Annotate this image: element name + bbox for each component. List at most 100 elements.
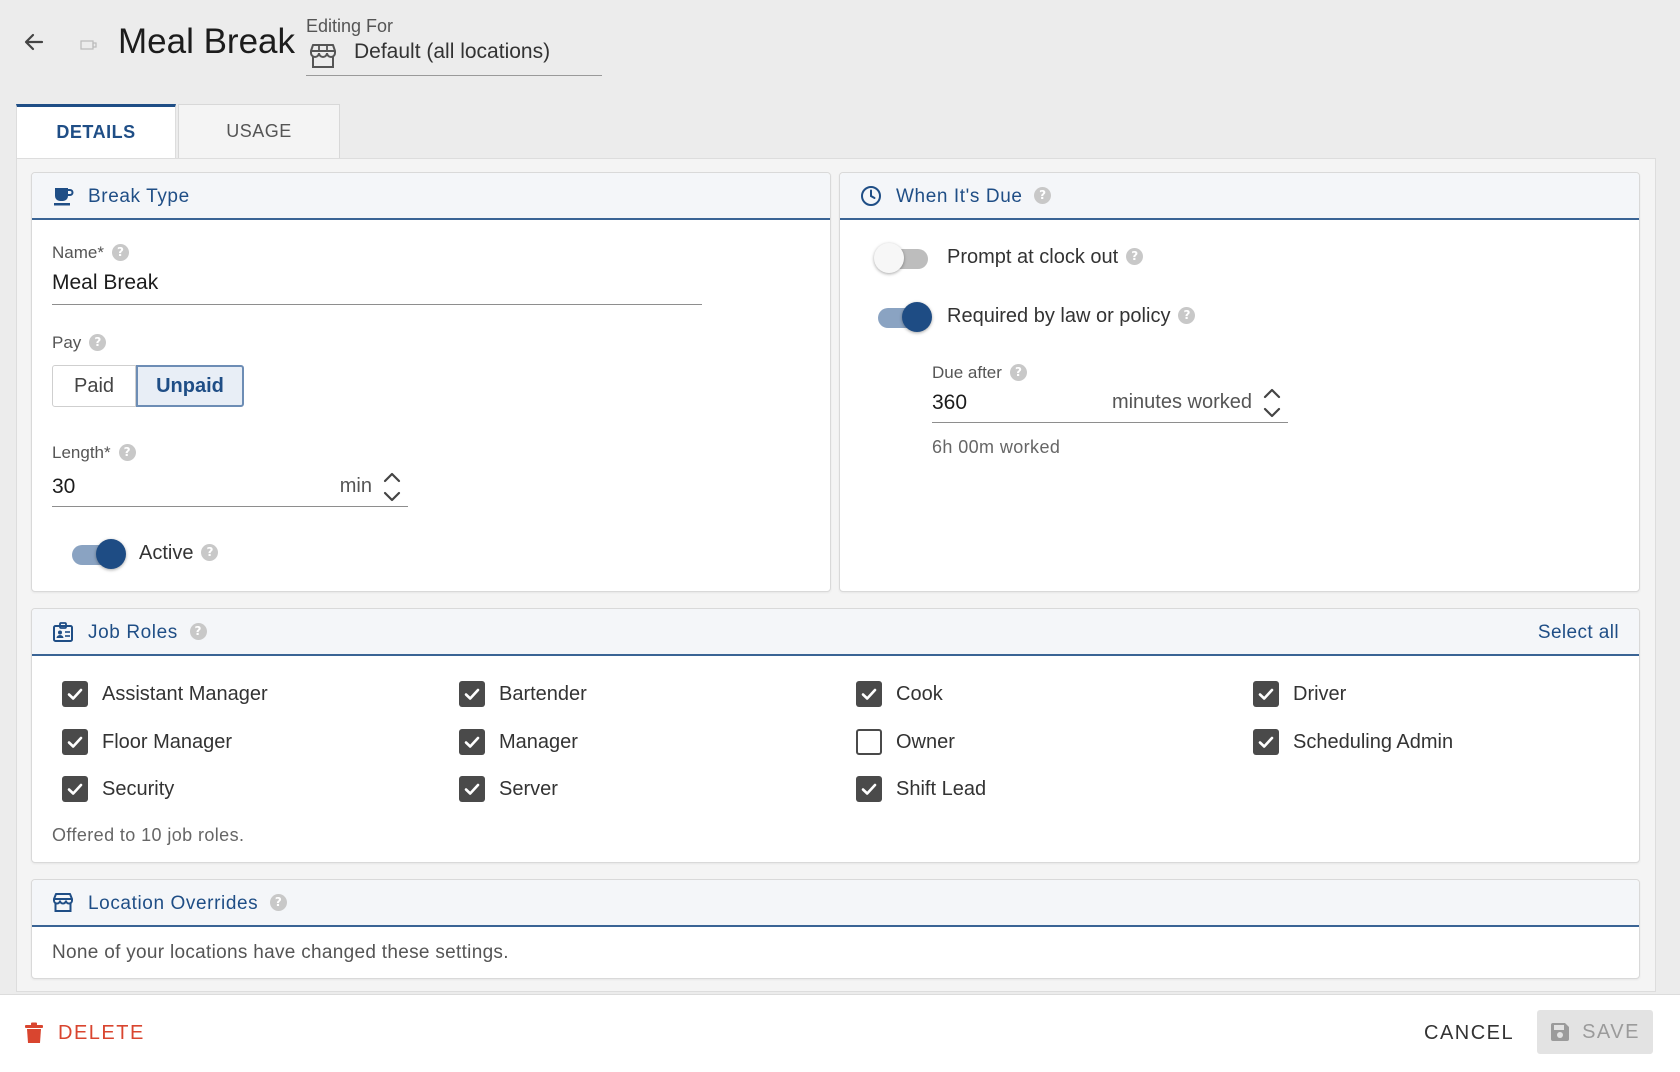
job-role-checkbox[interactable]: Assistant Manager [62, 679, 268, 709]
page-title: Meal Break [118, 22, 296, 61]
pay-paid-button[interactable]: Paid [52, 365, 136, 407]
job-roles-title: Job Roles ? [88, 622, 207, 644]
arrow-left-icon [24, 33, 44, 51]
job-role-checkbox[interactable]: Manager [459, 727, 578, 757]
length-stepper[interactable] [380, 469, 404, 505]
clock-icon [860, 185, 882, 212]
length-label: Length*? [52, 443, 136, 463]
prompt-clock-out-toggle[interactable] [874, 239, 932, 275]
help-icon[interactable]: ? [89, 333, 107, 351]
coffee-cup-icon [52, 185, 74, 212]
due-after-value: 360 [932, 391, 968, 414]
due-after-unit: minutes worked [1111, 391, 1252, 413]
job-role-label: Shift Lead [896, 777, 987, 800]
name-label: Name*? [52, 243, 129, 263]
due-after-stepper[interactable] [1260, 385, 1284, 421]
job-role-checkbox[interactable]: Floor Manager [62, 727, 232, 757]
length-unit: min [339, 475, 372, 497]
due-after-hint: 6h 00m worked [932, 437, 1061, 457]
help-icon[interactable]: ? [118, 443, 136, 461]
help-icon[interactable]: ? [111, 243, 129, 261]
job-role-label: Manager [499, 730, 578, 753]
help-icon[interactable]: ? [1034, 186, 1052, 204]
checkbox-checked-icon [62, 776, 88, 802]
length-input[interactable]: 30 min [52, 467, 408, 507]
tab-details[interactable]: DETAILS [16, 104, 176, 158]
name-input[interactable]: Meal Break [52, 267, 702, 305]
toggle-knob [902, 302, 932, 332]
editing-for-label: Editing For [306, 16, 394, 36]
chevron-up-down-icon [383, 472, 401, 502]
active-toggle[interactable] [68, 535, 126, 571]
location-overrides-message: None of your locations have changed thes… [52, 942, 509, 963]
page-header: Meal Break Editing For Default (all loca… [0, 0, 1680, 100]
pay-toggle-group: Paid Unpaid [52, 365, 244, 407]
length-label-text: Length* [52, 443, 111, 462]
job-role-label: Server [499, 777, 558, 800]
job-role-checkbox[interactable]: Scheduling Admin [1253, 727, 1453, 757]
pay-unpaid-button[interactable]: Unpaid [136, 365, 244, 407]
job-role-checkbox[interactable]: Security [62, 774, 174, 804]
help-icon[interactable]: ? [1126, 247, 1144, 265]
checkbox-checked-icon [459, 776, 485, 802]
editing-for-value: Default (all locations) [354, 40, 551, 63]
job-role-label: Cook [896, 682, 943, 705]
break-type-card: Break Type Name*? Meal Break Pay? Paid U… [31, 172, 831, 592]
checkbox-checked-icon [62, 729, 88, 755]
trash-icon [25, 1022, 43, 1043]
job-roles-summary: Offered to 10 job roles. [52, 825, 245, 845]
checkbox-checked-icon [856, 681, 882, 707]
required-label-text: Required by law or policy [947, 305, 1171, 327]
name-label-text: Name* [52, 243, 104, 262]
when-due-title: When It's Due ? [896, 186, 1052, 208]
active-label-text: Active [139, 542, 194, 564]
checkbox-checked-icon [459, 681, 485, 707]
help-icon[interactable]: ? [201, 543, 219, 561]
break-type-header: Break Type [32, 173, 830, 220]
save-label: SAVE [1582, 1020, 1640, 1043]
delete-button[interactable]: DELETE [24, 1015, 145, 1051]
help-icon[interactable]: ? [189, 622, 207, 640]
checkbox-checked-icon [1253, 729, 1279, 755]
floppy-disk-icon [1551, 1023, 1570, 1041]
location-selector[interactable]: Editing For Default (all locations) [306, 14, 602, 76]
store-icon [308, 42, 338, 75]
job-role-label: Security [102, 777, 175, 800]
break-type-icon [80, 38, 98, 56]
job-role-checkbox[interactable]: Owner [856, 727, 955, 757]
job-role-checkbox[interactable]: Shift Lead [856, 774, 986, 804]
job-role-checkbox[interactable]: Server [459, 774, 558, 804]
job-role-checkbox[interactable]: Bartender [459, 679, 587, 709]
checkbox-checked-icon [62, 681, 88, 707]
when-due-card: When It's Due ? Prompt at clock out? Req… [839, 172, 1640, 592]
location-overrides-title: Location Overrides ? [88, 893, 288, 915]
break-type-title: Break Type [88, 186, 190, 207]
store-icon [52, 892, 74, 919]
active-label: Active? [139, 542, 219, 565]
when-due-title-text: When It's Due [896, 186, 1023, 207]
required-by-law-toggle[interactable] [874, 298, 932, 334]
help-icon[interactable]: ? [270, 893, 288, 911]
job-role-checkbox[interactable]: Cook [856, 679, 943, 709]
chevron-up-down-icon [1263, 388, 1281, 418]
job-role-checkbox[interactable]: Driver [1253, 679, 1346, 709]
length-value: 30 [52, 475, 76, 498]
job-roles-header: Job Roles ? Select all [32, 609, 1639, 656]
tab-usage[interactable]: USAGE [178, 104, 340, 158]
select-all-link[interactable]: Select all [1538, 622, 1619, 644]
checkbox-empty-icon [856, 729, 882, 755]
back-button[interactable] [18, 26, 50, 58]
job-role-label: Assistant Manager [102, 682, 268, 705]
job-role-label: Floor Manager [102, 730, 233, 753]
cancel-button[interactable]: CANCEL [1424, 1015, 1514, 1051]
toggle-knob [874, 243, 904, 273]
required-by-law-label: Required by law or policy? [947, 305, 1196, 328]
save-button[interactable]: SAVE [1537, 1010, 1653, 1054]
help-icon[interactable]: ? [1178, 306, 1196, 324]
due-after-input[interactable]: 360 minutes worked [932, 383, 1288, 423]
help-icon[interactable]: ? [1009, 363, 1027, 381]
footer-bar: DELETE CANCEL SAVE [0, 994, 1680, 1072]
due-after-label: Due after? [932, 363, 1027, 383]
location-overrides-card: Location Overrides ? None of your locati… [31, 879, 1640, 979]
job-roles-card: Job Roles ? Select all Assistant Manager… [31, 608, 1640, 863]
